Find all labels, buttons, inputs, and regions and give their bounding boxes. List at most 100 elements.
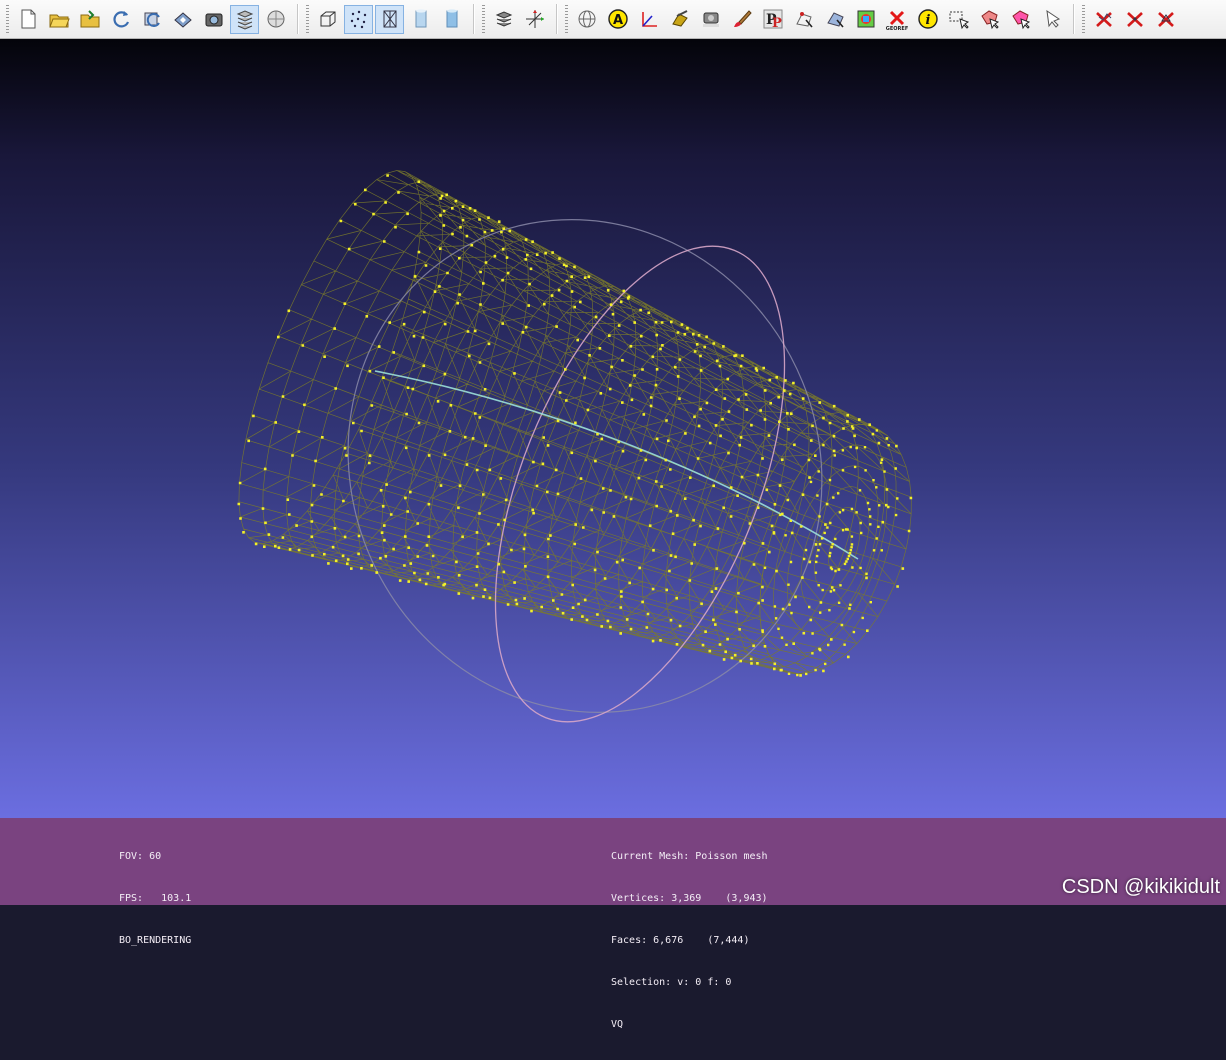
render-mode-text: BO_RENDERING bbox=[119, 935, 192, 946]
bounding-box-icon bbox=[320, 11, 335, 27]
layers-toggle-icon bbox=[495, 11, 512, 27]
georef-icon: GEOREF bbox=[886, 10, 908, 30]
fps-text: FPS: 103.1 bbox=[119, 893, 192, 904]
svg-text:A: A bbox=[612, 13, 622, 28]
paint-brush-icon bbox=[733, 10, 752, 27]
toolbar-separator bbox=[556, 4, 558, 34]
axes-button[interactable] bbox=[520, 5, 549, 34]
toolbar-grip-5[interactable] bbox=[1082, 5, 1085, 33]
faces-count-text: Faces: 6,676 (7,444) bbox=[611, 935, 750, 946]
delete-vertices-button[interactable] bbox=[1120, 5, 1149, 34]
svg-text:GEOREF: GEOREF bbox=[886, 26, 908, 30]
import-mesh-icon bbox=[80, 10, 99, 28]
select-rect-button[interactable] bbox=[944, 5, 973, 34]
reload-all-button[interactable] bbox=[137, 5, 166, 34]
delete-faces-icon bbox=[1157, 12, 1174, 27]
paint-brush-button[interactable] bbox=[727, 5, 756, 34]
toolbar-grip-3[interactable] bbox=[482, 5, 485, 33]
select-connected-button[interactable] bbox=[975, 5, 1004, 34]
reload-icon bbox=[112, 11, 129, 28]
wireframe-button[interactable] bbox=[375, 4, 404, 34]
3d-viewport[interactable] bbox=[0, 39, 1226, 818]
edit-texture-button[interactable] bbox=[851, 5, 880, 34]
annotation-icon: A bbox=[607, 9, 628, 29]
axes-icon bbox=[525, 10, 544, 28]
raster-align-button[interactable] bbox=[696, 5, 725, 34]
selection-text: Selection: v: 0 f: 0 bbox=[611, 977, 732, 988]
new-project-icon bbox=[21, 9, 35, 29]
export-mesh-button[interactable] bbox=[168, 5, 197, 34]
select-region-icon bbox=[1011, 10, 1030, 30]
decorators-icon bbox=[267, 10, 284, 28]
render-info: FOV: 60 FPS: 103.1 BO_RENDERING bbox=[119, 822, 191, 976]
layers-toggle-button[interactable] bbox=[489, 5, 518, 34]
measure-tool-icon bbox=[641, 12, 657, 27]
decorators-button[interactable] bbox=[261, 5, 290, 34]
select-faces-icon bbox=[826, 12, 844, 28]
pickpoints-button[interactable]: PP bbox=[758, 5, 787, 34]
watermark-text: CSDN @kikikidult bbox=[1061, 876, 1220, 898]
flat-shading-button[interactable] bbox=[406, 5, 435, 34]
info-icon: i bbox=[917, 9, 938, 29]
toolbar-separator bbox=[473, 4, 475, 34]
trackball-gizmo[interactable] bbox=[262, 136, 908, 796]
annotation-button[interactable]: A bbox=[603, 5, 632, 34]
delete-faces-button[interactable] bbox=[1151, 5, 1180, 34]
vq-text: VQ bbox=[611, 1019, 624, 1030]
edit-texture-icon bbox=[857, 10, 874, 28]
trackball-icon bbox=[578, 10, 595, 28]
smooth-shading-icon bbox=[446, 9, 457, 28]
select-region-button[interactable] bbox=[1006, 5, 1035, 34]
raster-align-icon bbox=[702, 12, 719, 27]
svg-text:i: i bbox=[925, 13, 930, 28]
smooth-shading-button[interactable] bbox=[437, 5, 466, 34]
reload-all-icon bbox=[144, 12, 160, 27]
delete-selected-icon bbox=[1095, 12, 1112, 27]
vertices-count-text: Vertices: 3,369 (3,943) bbox=[611, 893, 768, 904]
wireframe-icon bbox=[383, 10, 396, 28]
select-rect-icon bbox=[949, 11, 969, 30]
select-vertices-button[interactable] bbox=[789, 5, 818, 34]
toolbar-separator bbox=[297, 4, 299, 34]
snapshot-icon bbox=[205, 13, 222, 27]
align-icon bbox=[671, 10, 688, 27]
trackball-button[interactable] bbox=[572, 5, 601, 34]
open-project-icon bbox=[48, 14, 70, 28]
current-mesh-text: Current Mesh: Poisson mesh bbox=[611, 851, 768, 862]
bounding-box-button[interactable] bbox=[313, 5, 342, 34]
toolbar-separator bbox=[1073, 4, 1075, 34]
toolbar-grip-1[interactable] bbox=[6, 5, 9, 33]
select-vertices-icon bbox=[795, 12, 813, 28]
delete-vertices-icon bbox=[1126, 12, 1143, 27]
export-mesh-icon bbox=[173, 12, 192, 28]
align-button[interactable] bbox=[665, 5, 694, 34]
info-button[interactable]: i bbox=[913, 5, 942, 34]
points-render-icon bbox=[350, 10, 366, 29]
georef-button[interactable]: GEOREF bbox=[882, 5, 911, 34]
trackball-ring-horizontal[interactable] bbox=[262, 136, 908, 796]
layers-icon bbox=[236, 10, 253, 30]
svg-text:P: P bbox=[772, 16, 782, 30]
mesh-info: Current Mesh: Poisson mesh Vertices: 3,3… bbox=[611, 822, 768, 1060]
import-mesh-button[interactable] bbox=[75, 5, 104, 34]
reload-button[interactable] bbox=[106, 5, 135, 34]
toolbar-grip-2[interactable] bbox=[306, 5, 309, 33]
new-project-button[interactable] bbox=[13, 5, 42, 34]
delete-selected-button[interactable] bbox=[1089, 5, 1118, 34]
layers-button[interactable] bbox=[230, 4, 259, 34]
toolbar-grip-4[interactable] bbox=[565, 5, 568, 33]
measure-tool-button[interactable] bbox=[634, 5, 663, 34]
open-project-button[interactable] bbox=[44, 5, 73, 34]
select-connected-icon bbox=[980, 10, 999, 30]
select-pointer-button[interactable] bbox=[1037, 5, 1066, 34]
fov-text: FOV: 60 bbox=[119, 851, 162, 862]
flat-shading-icon bbox=[415, 9, 426, 28]
select-pointer-icon bbox=[1045, 9, 1060, 28]
snapshot-button[interactable] bbox=[199, 5, 228, 34]
main-toolbar: A P P GEOREF i bbox=[0, 0, 1226, 39]
points-render-button[interactable] bbox=[344, 4, 373, 34]
pickpoints-icon: PP bbox=[763, 9, 782, 30]
status-info-bar: FOV: 60 FPS: 103.1 BO_RENDERING Current … bbox=[0, 818, 1226, 1030]
select-faces-button[interactable] bbox=[820, 5, 849, 34]
mesh-scene[interactable] bbox=[0, 39, 1226, 818]
